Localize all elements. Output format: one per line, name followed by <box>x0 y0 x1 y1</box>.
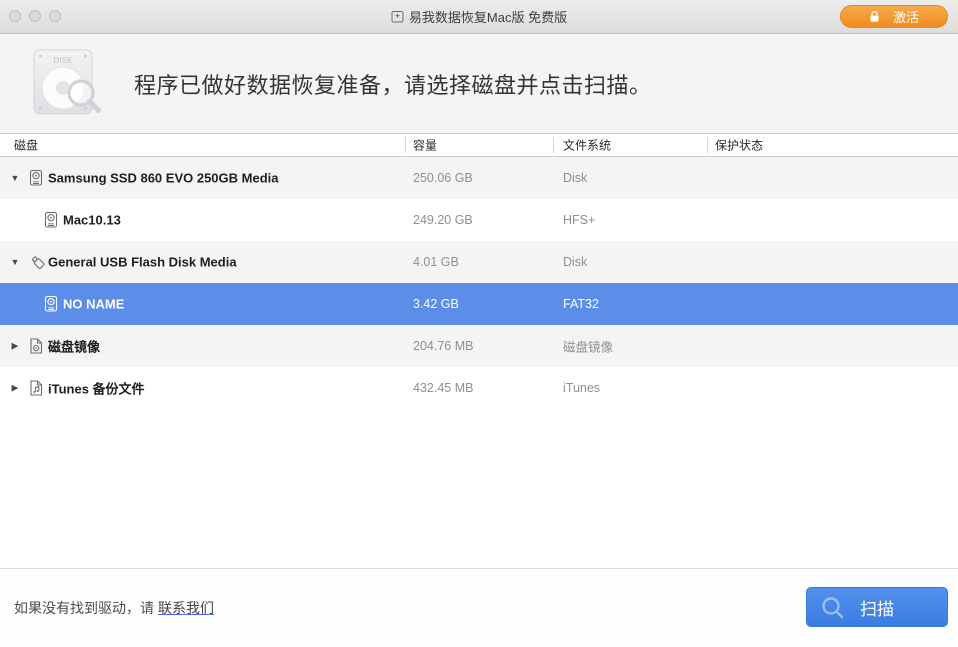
disk-capacity: 250.06 GB <box>413 171 473 185</box>
table-row-itunes-backup[interactable]: iTunes 备份文件 432.45 MB iTunes <box>0 367 958 409</box>
column-header-capacity: 容量 <box>413 137 437 154</box>
disk-capacity: 4.01 GB <box>413 255 459 269</box>
window-title-area: 易我数据恢复Mac版 免费版 <box>0 0 958 33</box>
disk-capacity: 432.45 MB <box>413 381 473 395</box>
hint-text: 如果没有找到驱动，请 <box>14 600 154 616</box>
app-window: 易我数据恢复Mac版 免费版 激活 DISK <box>0 0 958 647</box>
scan-button[interactable]: 扫描 <box>806 587 948 627</box>
column-header-disk: 磁盘 <box>14 137 38 154</box>
expand-arrow-icon[interactable] <box>9 383 21 394</box>
disk-search-icon: DISK <box>26 46 108 120</box>
disk-name: NO NAME <box>63 297 124 312</box>
disk-capacity: 204.76 MB <box>413 339 473 353</box>
disk-name: Mac10.13 <box>63 213 121 228</box>
disk-filesystem: Disk <box>563 255 587 269</box>
column-header-protection: 保护状态 <box>715 137 763 154</box>
column-divider[interactable] <box>553 137 554 153</box>
volume-icon <box>44 296 58 313</box>
drive-not-found-hint: 如果没有找到驱动，请联系我们 <box>14 598 214 618</box>
column-divider[interactable] <box>405 137 406 153</box>
table-row-disk-image[interactable]: 磁盘镜像 204.76 MB 磁盘镜像 <box>0 325 958 367</box>
hero-banner: DISK 程序已做好数据恢复准备，请选择磁盘并点击扫描。 <box>0 34 958 133</box>
expand-arrow-icon[interactable] <box>9 341 21 352</box>
disk-image-file-icon <box>29 338 43 355</box>
disk-capacity: 249.20 GB <box>413 213 473 227</box>
app-proxy-icon <box>391 10 404 23</box>
disk-icon-label: DISK <box>54 56 73 65</box>
usb-drive-icon <box>29 254 46 271</box>
disk-filesystem: HFS+ <box>563 213 595 227</box>
disk-name: Samsung SSD 860 EVO 250GB Media <box>48 171 278 186</box>
title-bar: 易我数据恢复Mac版 免费版 激活 <box>0 0 958 34</box>
itunes-backup-file-icon <box>29 380 43 397</box>
contact-us-link[interactable]: 联系我们 <box>158 600 214 616</box>
table-row-mac1013[interactable]: Mac10.13 249.20 GB HFS+ <box>0 199 958 241</box>
activate-label: 激活 <box>893 7 919 26</box>
table-row-usb-flash[interactable]: General USB Flash Disk Media 4.01 GB Dis… <box>0 241 958 283</box>
table-row-samsung-ssd[interactable]: Samsung SSD 860 EVO 250GB Media 250.06 G… <box>0 157 958 199</box>
search-icon <box>821 596 845 620</box>
internal-drive-icon <box>29 170 43 187</box>
disk-name: iTunes 备份文件 <box>48 379 145 398</box>
scan-label: 扫描 <box>860 595 894 620</box>
collapse-arrow-icon[interactable] <box>9 173 21 183</box>
column-header-filesystem: 文件系统 <box>563 137 611 154</box>
status-message: 程序已做好数据恢复准备，请选择磁盘并点击扫描。 <box>134 34 652 133</box>
column-divider[interactable] <box>707 137 708 153</box>
activate-button[interactable]: 激活 <box>840 5 948 28</box>
disk-name: General USB Flash Disk Media <box>48 255 237 270</box>
disk-capacity: 3.42 GB <box>413 297 459 311</box>
disk-filesystem: iTunes <box>563 381 600 395</box>
disk-filesystem: FAT32 <box>563 297 599 311</box>
disk-list: Samsung SSD 860 EVO 250GB Media 250.06 G… <box>0 157 958 409</box>
collapse-arrow-icon[interactable] <box>9 257 21 267</box>
volume-icon <box>44 212 58 229</box>
footer-bar: 如果没有找到驱动，请联系我们 扫描 <box>0 568 958 647</box>
lock-icon <box>869 10 880 23</box>
table-header: 磁盘 容量 文件系统 保护状态 <box>0 133 958 157</box>
table-row-no-name-selected[interactable]: NO NAME 3.42 GB FAT32 <box>0 283 958 325</box>
disk-name: 磁盘镜像 <box>48 337 100 356</box>
disk-filesystem: Disk <box>563 171 587 185</box>
disk-filesystem: 磁盘镜像 <box>563 337 613 356</box>
window-title: 易我数据恢复Mac版 免费版 <box>409 7 567 26</box>
